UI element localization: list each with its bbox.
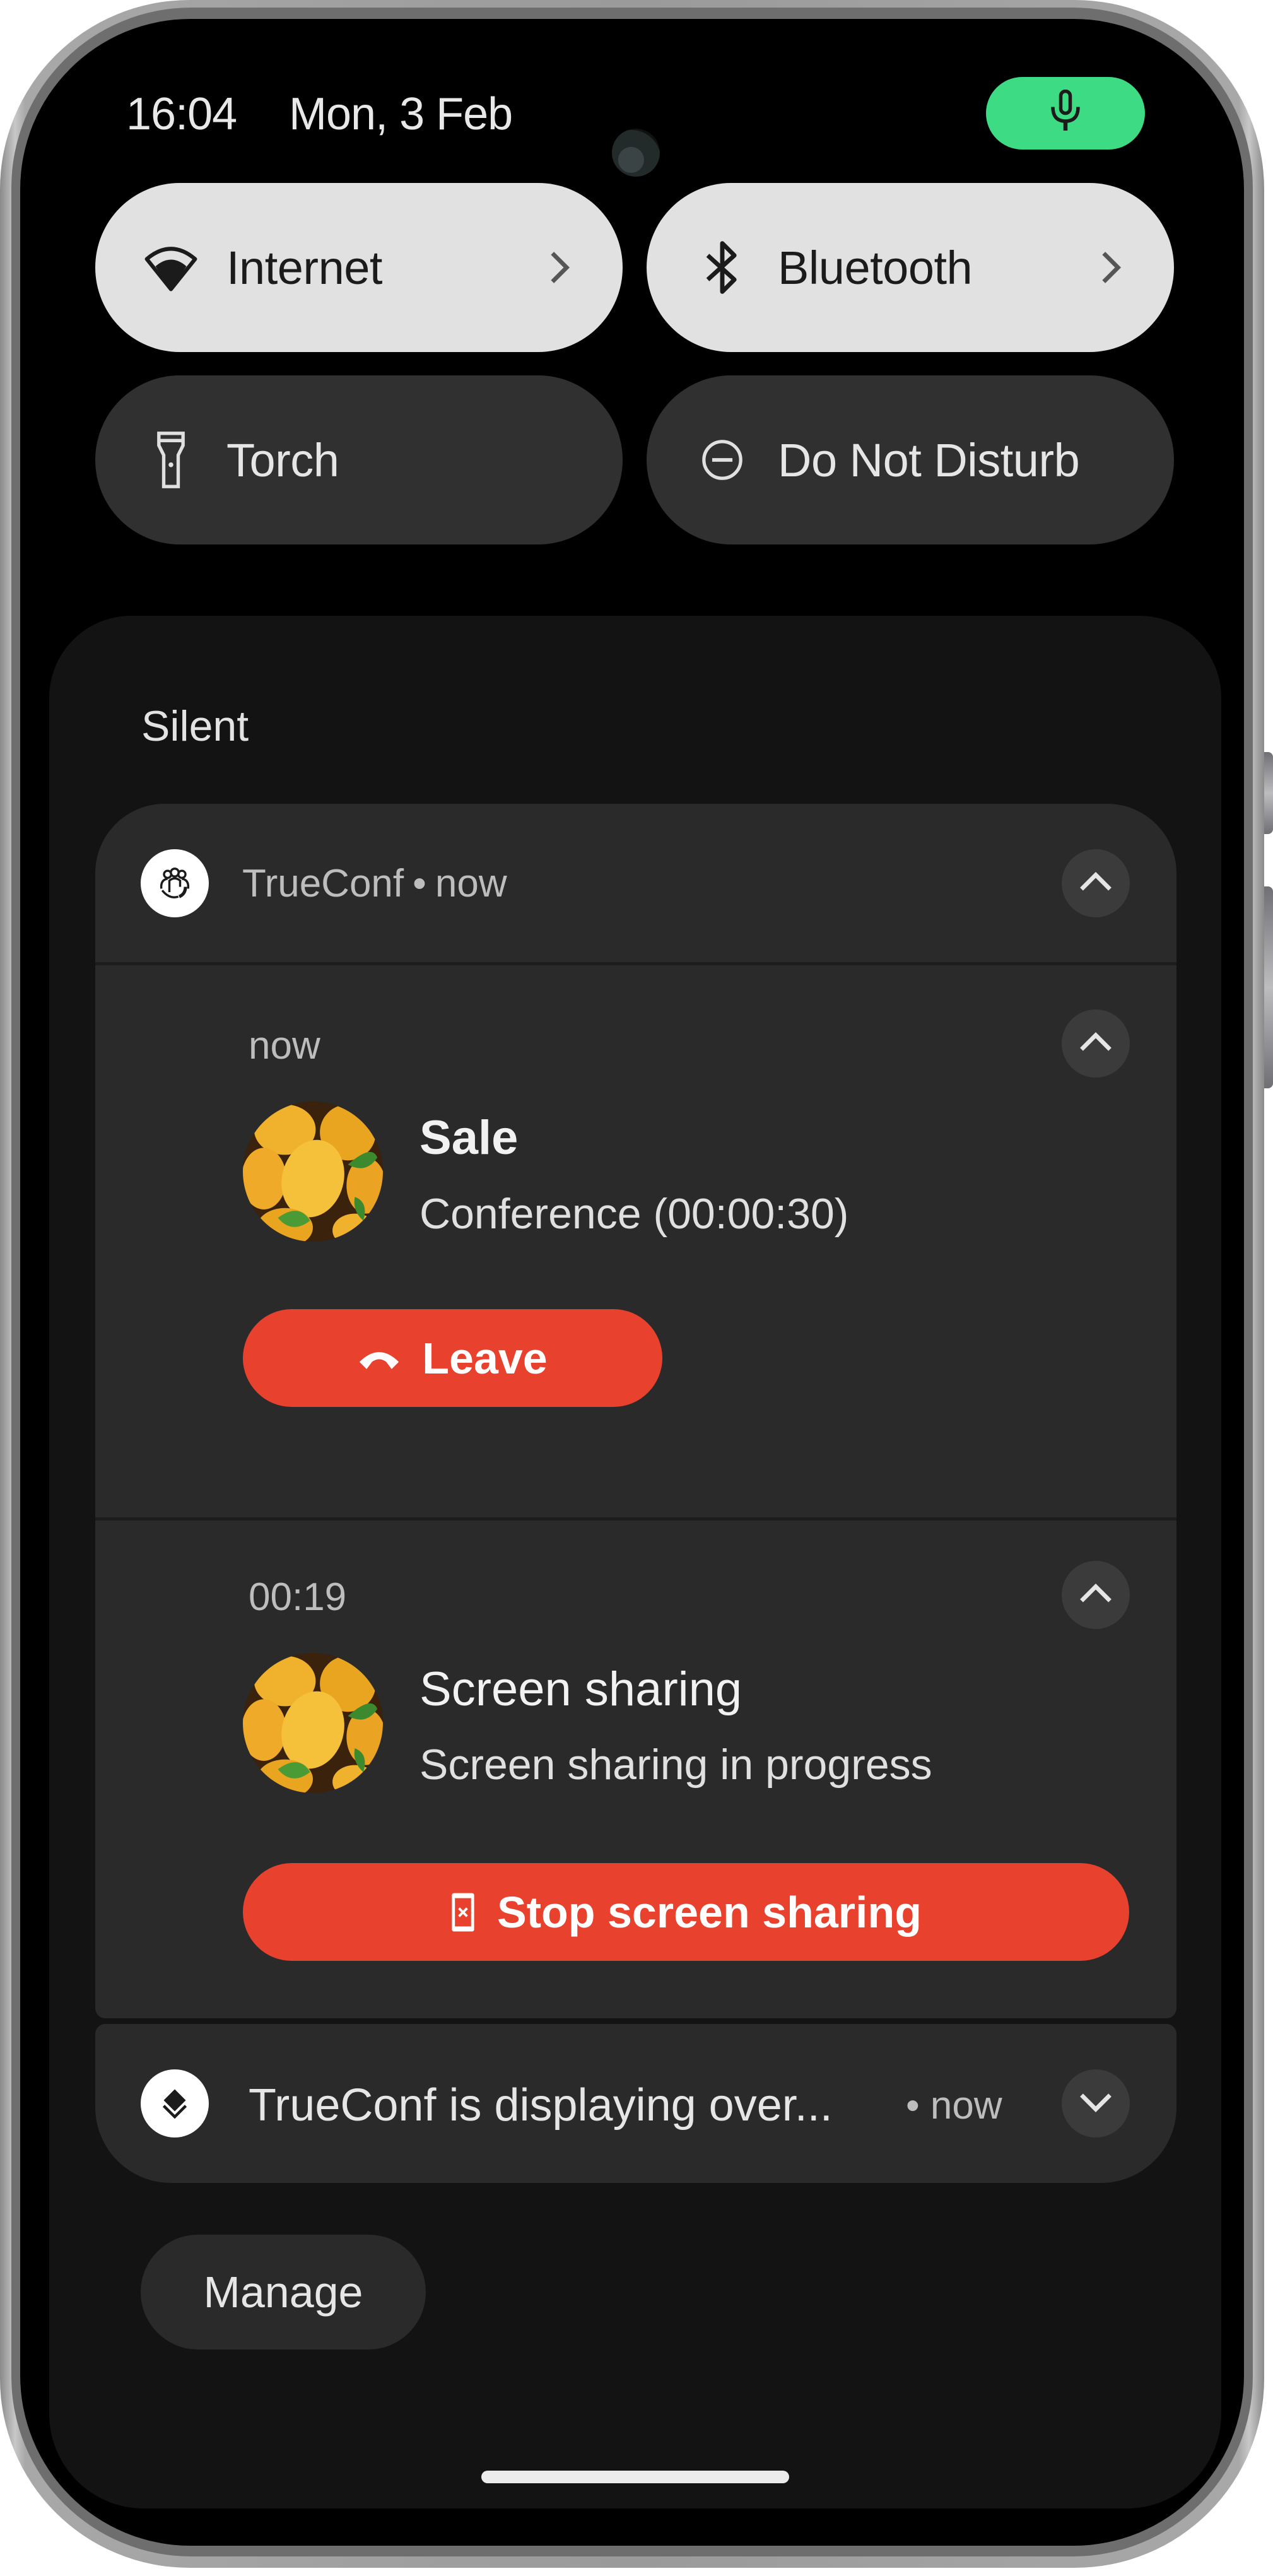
- overlay-time: • now: [906, 2084, 1002, 2127]
- layers-icon: [141, 2069, 209, 2138]
- tile-do-not-disturb[interactable]: Do Not Disturb: [647, 375, 1174, 544]
- divider: [95, 962, 1176, 965]
- mic-in-use-indicator[interactable]: [986, 77, 1145, 150]
- separator: •: [413, 862, 426, 905]
- notification-text: Conference (00:00:30): [419, 1190, 849, 1238]
- chevron-down-icon: [1077, 2090, 1115, 2118]
- chevron-up-icon: [1077, 1581, 1115, 1609]
- status-time: 16:04: [126, 89, 237, 139]
- notification-time: 00:19: [249, 1575, 347, 1619]
- lemons-avatar: [243, 1102, 383, 1242]
- power-button: [1264, 752, 1273, 834]
- tile-label: Internet: [226, 241, 382, 294]
- wifi-icon: [141, 237, 201, 298]
- expand-overlay-button[interactable]: [1062, 2069, 1130, 2138]
- bluetooth-icon: [692, 237, 753, 298]
- tile-label: Bluetooth: [778, 241, 973, 294]
- notification-title: Sale: [419, 1111, 519, 1165]
- section-header-silent: Silent: [141, 702, 249, 750]
- trueconf-group-icon: [141, 849, 209, 917]
- stop-screen-sharing-label: Stop screen sharing: [497, 1887, 922, 1937]
- tile-label: Do Not Disturb: [778, 433, 1080, 486]
- overlay-text: TrueConf is displaying over...: [249, 2080, 833, 2131]
- notification-time: now: [249, 1024, 320, 1067]
- collapse-notification-button[interactable]: [1062, 1561, 1130, 1629]
- microphone-icon: [1047, 89, 1084, 137]
- chevron-right-icon: [1092, 249, 1130, 286]
- stop-screen-sharing-button[interactable]: Stop screen sharing: [243, 1863, 1129, 1961]
- front-camera: [612, 129, 660, 177]
- chevron-right-icon: [541, 249, 578, 286]
- stop-screen-share-icon: [450, 1892, 476, 1932]
- group-header: TrueConf • now: [242, 861, 507, 906]
- chevron-up-icon: [1077, 869, 1115, 898]
- tile-internet[interactable]: Internet: [95, 183, 623, 352]
- chevron-up-icon: [1077, 1030, 1115, 1058]
- tile-label: Torch: [226, 433, 339, 486]
- volume-button: [1264, 886, 1273, 1088]
- tile-torch[interactable]: Torch: [95, 375, 623, 544]
- leave-label: Leave: [422, 1333, 548, 1383]
- lemons-avatar: [243, 1653, 383, 1793]
- flashlight-icon: [141, 430, 201, 490]
- collapse-group-button[interactable]: [1062, 849, 1130, 917]
- manage-label: Manage: [203, 2267, 363, 2317]
- manage-button[interactable]: Manage: [141, 2235, 426, 2350]
- collapse-notification-button[interactable]: [1062, 1009, 1130, 1078]
- leave-button[interactable]: Leave: [243, 1309, 662, 1407]
- call-end-icon: [358, 1346, 401, 1371]
- notification-title: Screen sharing: [419, 1662, 742, 1716]
- divider: [95, 1517, 1176, 1520]
- notification-group-trueconf[interactable]: [95, 804, 1176, 2018]
- do-not-disturb-icon: [692, 430, 753, 490]
- tile-bluetooth[interactable]: Bluetooth: [647, 183, 1174, 352]
- status-date: Mon, 3 Feb: [289, 89, 513, 139]
- group-time: now: [435, 862, 507, 905]
- home-indicator[interactable]: [481, 2471, 789, 2483]
- app-name: TrueConf: [242, 862, 404, 905]
- notification-text: Screen sharing in progress: [419, 1741, 932, 1789]
